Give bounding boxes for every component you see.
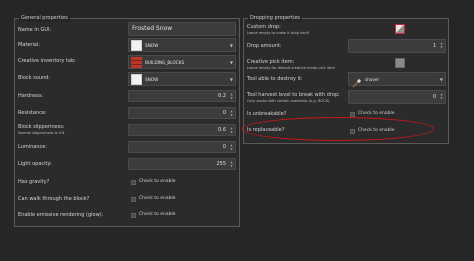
- drop-amount-input[interactable]: 1 ▲ ▼: [348, 39, 446, 53]
- unbreakable-label: Is unbreakable?: [247, 111, 287, 117]
- spinner-arrows-icon[interactable]: ▲ ▼: [229, 126, 234, 134]
- hardness-value: 0.2: [218, 93, 226, 99]
- slipperiness-value: 0.6: [218, 127, 226, 133]
- opacity-label: Light opacity:: [18, 161, 52, 167]
- harvest-level-value: 0: [432, 94, 436, 100]
- opacity-value: 255: [216, 161, 226, 167]
- general-properties-title: General properties: [19, 14, 70, 22]
- luminance-label: Luminance:: [18, 144, 48, 150]
- chevron-down-icon: ▼: [229, 77, 233, 82]
- unbreakable-check-text: Check to enable: [358, 111, 395, 116]
- slipperiness-label: Block slipperiness:: [18, 124, 65, 130]
- walk-through-checkbox[interactable]: [131, 197, 136, 202]
- tool-select[interactable]: shovel ▼: [348, 72, 446, 88]
- pick-item-label: Creative pick item:: [247, 59, 295, 65]
- tool-label: Tool able to destroy it:: [247, 76, 303, 82]
- material-value: SNOW: [145, 43, 159, 48]
- chevron-down-icon: ▼: [229, 60, 233, 65]
- snow-block-icon: [131, 74, 142, 85]
- hardness-label: Hardness:: [18, 93, 44, 99]
- tab-label: Creative inventory tab:: [18, 58, 76, 64]
- replaceable-highlight-ellipse: [242, 117, 434, 141]
- resistance-value: 0: [222, 110, 226, 116]
- snow-block-icon: [131, 40, 142, 51]
- resistance-input[interactable]: 0 ▲ ▼: [128, 107, 236, 119]
- slipperiness-input[interactable]: 0.6 ▲ ▼: [128, 124, 236, 136]
- custom-drop-hint: Leave empty to make it drop itself: [247, 31, 309, 35]
- tool-value: shovel: [365, 77, 379, 82]
- gravity-check-text: Check to enable: [139, 179, 176, 184]
- hardness-input[interactable]: 0.2 ▲ ▼: [128, 90, 236, 102]
- luminance-input[interactable]: 0 ▲ ▼: [128, 141, 236, 153]
- spinner-arrows-icon[interactable]: ▲ ▼: [229, 109, 234, 117]
- slipperiness-hint: Normal slipperiness is 0.6: [18, 131, 65, 135]
- spinner-arrows-icon[interactable]: ▲ ▼: [229, 92, 234, 100]
- resistance-label: Resistance:: [18, 110, 47, 116]
- harvest-level-input[interactable]: 0 ▲ ▼: [348, 90, 446, 104]
- walk-through-label: Can walk through the block?: [18, 196, 90, 202]
- shovel-icon: [351, 74, 362, 88]
- dropping-properties-title: Dropping properties: [248, 14, 303, 22]
- material-select[interactable]: SNOW ▼: [128, 38, 236, 52]
- spinner-arrows-icon[interactable]: ▲ ▼: [229, 160, 234, 168]
- harvest-hint: Only works with certain materials (e.g. …: [247, 99, 330, 103]
- pick-item-hint: Leave empty for default creative mode pi…: [247, 66, 335, 70]
- pick-item-slot[interactable]: [395, 58, 405, 68]
- name-label: Name in GUI:: [18, 27, 52, 33]
- walk-through-check-text: Check to enable: [139, 196, 176, 201]
- gravity-checkbox[interactable]: [131, 180, 136, 185]
- emissive-checkbox[interactable]: [131, 213, 136, 218]
- sound-label: Block sound:: [18, 75, 50, 81]
- chevron-down-icon: ▼: [439, 77, 443, 82]
- opacity-input[interactable]: 255 ▲ ▼: [128, 158, 236, 170]
- chevron-down-icon: ▼: [229, 43, 233, 48]
- harvest-label: Tool harvest level to break with drop:: [247, 92, 340, 98]
- custom-drop-label: Custom drop:: [247, 24, 281, 30]
- brick-block-icon: [131, 57, 142, 68]
- block-sound-value: SNOW: [145, 77, 159, 82]
- drop-amount-value: 1: [432, 43, 436, 49]
- luminance-value: 0: [222, 144, 226, 150]
- emissive-label: Enable emissive rendering (glow):: [18, 212, 104, 218]
- name-input[interactable]: Frosted Snow: [128, 22, 236, 36]
- gravity-label: Has gravity?: [18, 179, 50, 185]
- block-sound-select[interactable]: SNOW ▼: [128, 72, 236, 86]
- spinner-arrows-icon[interactable]: ▲ ▼: [439, 92, 444, 102]
- creative-tab-select[interactable]: BUILDING_BLOCKS ▼: [128, 55, 236, 69]
- spinner-arrows-icon[interactable]: ▲ ▼: [439, 41, 444, 51]
- custom-drop-item-slot[interactable]: [395, 24, 405, 34]
- material-label: Material:: [18, 42, 40, 48]
- creative-tab-value: BUILDING_BLOCKS: [145, 60, 185, 65]
- emissive-check-text: Check to enable: [139, 212, 176, 217]
- drop-amount-label: Drop amount:: [247, 43, 282, 49]
- spinner-arrows-icon[interactable]: ▲ ▼: [229, 143, 234, 151]
